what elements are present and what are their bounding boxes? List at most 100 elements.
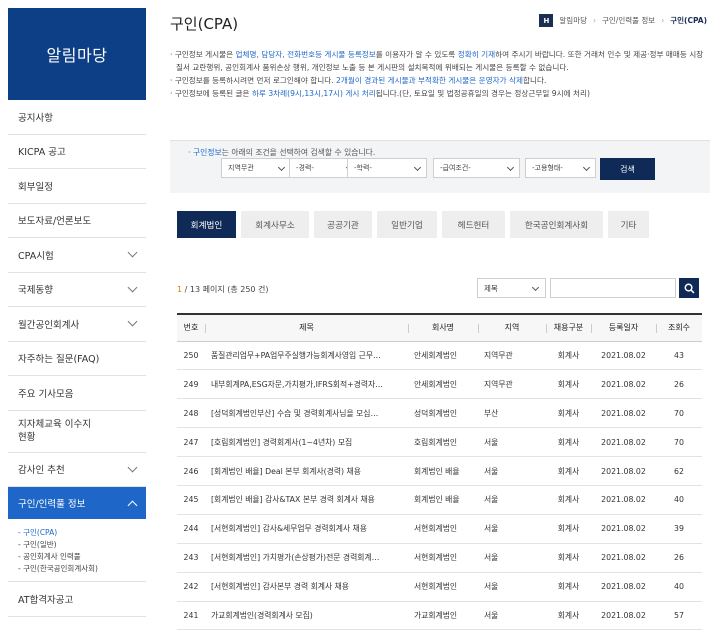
row-title-link[interactable]: [호림회계법인] 경력회계사(1~4년차) 모집 [205, 427, 408, 458]
table-cell: 2021.08.02 [591, 601, 656, 631]
table-cell: 지역무관 [478, 369, 546, 400]
tab-headhunter[interactable]: 헤드헌터 [442, 211, 505, 238]
sidebar-item[interactable]: 감사인 추천 [8, 453, 146, 487]
table-cell: 70 [656, 427, 702, 458]
search-icon-button[interactable] [679, 278, 699, 298]
row-title-link[interactable]: [회계법인 배율] Deal 본부 회계사(경력) 채용 [205, 456, 408, 486]
home-icon[interactable]: H [539, 14, 554, 27]
sidebar-item[interactable]: 보도자료/언론보도 [8, 204, 146, 238]
row-title-link[interactable]: [서현회계법인] 가치평가(손상평가)전문 경력회계… [205, 543, 408, 573]
table-cell: 회계사 [546, 485, 591, 515]
table-cell: 회계법인 배율 [408, 456, 478, 486]
row-title-link[interactable]: 내부회계PA,ESG자문,가치평가,IFRS회적+경력자… [205, 369, 408, 400]
submenu-item-cpa[interactable]: - 구인(CPA) [18, 527, 136, 539]
sidebar-item-label: KICPA 공고 [18, 147, 66, 159]
employment-type-select[interactable]: -고용형태- [525, 158, 596, 178]
table-cell: 43 [656, 341, 702, 371]
tab-general-company[interactable]: 일반기업 [377, 211, 437, 238]
chevron-right-icon: › [593, 16, 596, 25]
table-cell: 241 [177, 601, 205, 631]
table-cell: 2021.08.02 [591, 485, 656, 515]
sidebar-item-label: 자주하는 질문(FAQ) [18, 354, 100, 366]
row-title-link[interactable]: [회계법인 배율] 감사&TAX 본부 경력 회계사 채용 [205, 485, 408, 515]
table-cell: 회계사 [546, 369, 591, 400]
submenu-item-general[interactable]: - 구인(일반) [18, 539, 136, 551]
table-cell: 지역무관 [478, 341, 546, 371]
table-cell: 회계법인 배율 [408, 485, 478, 515]
notice-text: · 구인정보 게시물은 업체명, 담당자, 전화번호등 게시물 등록정보를 이용… [170, 48, 710, 100]
breadcrumb-item[interactable]: 구인/인력풀 정보 [602, 15, 655, 26]
column-header: 회사명 [408, 314, 478, 342]
submenu-item-kicpa[interactable]: - 구인(한국공인회계사회) [18, 563, 136, 575]
sidebar-item[interactable]: 자주하는 질문(FAQ) [8, 342, 146, 376]
table-row[interactable]: 250 품질관리업무+PA업무주실행가능회계사영입 근무… 안세회계법인 지역무관 회계… [177, 341, 702, 371]
tab-kicpa[interactable]: 한국공인회계사회 [510, 211, 603, 238]
table-row[interactable]: 243 [서현회계법인] 가치평가(손상평가)전문 경력회계… 서현회계법인 서울 회계… [177, 543, 702, 573]
row-title-link[interactable]: [서현회계법인] 감사&세무업무 경력회계사 채용 [205, 514, 408, 544]
table-cell: 서울 [478, 485, 546, 515]
row-title-link[interactable]: [성덕회계법인부산] 수습 및 경력회계사님을 모십… [205, 398, 408, 429]
table-cell: 242 [177, 572, 205, 602]
sidebar-item-label: 월간공인회계사 [18, 319, 80, 331]
region-select[interactable]: 지역무관 [221, 158, 291, 178]
page-count: 1 / 13 페이지 (총 250 건) [177, 285, 269, 294]
table-cell: 26 [656, 369, 702, 400]
column-header: 채용구분 [546, 314, 591, 342]
sidebar-item[interactable]: KICPA 공고 [8, 135, 146, 169]
tab-etc[interactable]: 기타 [608, 211, 649, 238]
notice-line: · 구인정보에 등록된 글은 하루 3차례(9시,13시,17시) 게시 처리됩… [170, 89, 590, 98]
table-cell: 247 [177, 427, 205, 458]
breadcrumb-item[interactable]: 알림마당 [559, 15, 587, 26]
sidebar-item[interactable]: 지자체교육 이수지현황 [8, 411, 146, 453]
sidebar-item[interactable]: CPA시험 [8, 238, 146, 273]
tab-accounting-firm[interactable]: 회계법인 [177, 211, 236, 238]
table-cell: 2021.08.02 [591, 341, 656, 371]
search-field-select[interactable]: 제목 [477, 278, 546, 298]
table-cell: 서울 [478, 456, 546, 486]
table-row[interactable]: 242 [서현회계법인] 감사본부 경력 회계사 채용 서현회계법인 서울 회계사 202… [177, 572, 702, 602]
table-row[interactable]: 247 [호림회계법인] 경력회계사(1~4년차) 모집 호림회계법인 서울 회계사 20… [177, 427, 702, 458]
table-cell: 244 [177, 514, 205, 544]
sidebar-item[interactable]: 회부일정 [8, 169, 146, 204]
column-header: 조회수 [656, 314, 702, 342]
row-title-link[interactable]: 품질관리업무+PA업무주실행가능회계사영입 근무… [205, 341, 408, 371]
sidebar-item[interactable]: 국제동향 [8, 273, 146, 307]
table-cell: 250 [177, 341, 205, 371]
table-cell: 40 [656, 572, 702, 602]
job-table: 번호 제목 회사명 지역 채용구분 등록일자 조회수 250 품질관리업무+PA업… [177, 313, 702, 631]
column-header: 번호 [177, 314, 205, 342]
sidebar-item-label: 지자체교육 이수지현황 [18, 419, 91, 443]
chevron-down-icon [127, 462, 138, 473]
sidebar-item-label: AT합격자공고 [18, 594, 74, 606]
table-cell: 2021.08.02 [591, 456, 656, 486]
table-row[interactable]: 245 [회계법인 배율] 감사&TAX 본부 경력 회계사 채용 회계법인 배율 서… [177, 485, 702, 515]
sidebar-item[interactable]: 주요 기사모음 [8, 376, 146, 411]
breadcrumb: H 알림마당 › 구인/인력풀 정보 › 구인(CPA) [539, 14, 707, 27]
education-select[interactable]: -학력- [347, 158, 427, 178]
row-title-link[interactable]: 가교회계법인(경력회계사 모집) [205, 601, 408, 631]
sidebar-item[interactable]: 월간공인회계사 [8, 307, 146, 342]
table-cell: 가교회계법인 [408, 601, 478, 631]
sidebar-item-job-info[interactable]: 구인/인력풀 정보 [8, 487, 146, 519]
chevron-right-icon: › [661, 16, 665, 25]
sidebar-item[interactable]: 공지사항 [8, 100, 146, 135]
tab-public-agency[interactable]: 공공기관 [314, 211, 372, 238]
table-cell: 245 [177, 485, 205, 515]
column-header: 등록일자 [591, 314, 656, 342]
sidebar-item-at-pass[interactable]: AT합격자공고 [8, 582, 146, 617]
salary-select[interactable]: -급여조건- [433, 158, 520, 178]
table-cell: 243 [177, 543, 205, 573]
submenu-item-pool[interactable]: - 공인회계사 인력풀 [18, 551, 136, 563]
sidebar-title: 알림마당 [8, 8, 146, 100]
table-row[interactable]: 249 내부회계PA,ESG자문,가치평가,IFRS회적+경력자… 안세회계법인 지역… [177, 369, 702, 400]
sidebar-item-label: 공지사항 [18, 112, 53, 124]
search-button[interactable]: 검색 [600, 158, 655, 180]
search-input[interactable] [550, 278, 676, 298]
table-cell: 26 [656, 543, 702, 573]
table-row[interactable]: 241 가교회계법인(경력회계사 모집) 가교회계법인 서울 회계사 2021.08.02… [177, 601, 702, 631]
table-row[interactable]: 248 [성덕회계법인부산] 수습 및 경력회계사님을 모십… 성덕회계법인 부산 회계… [177, 398, 702, 429]
tab-accounting-office[interactable]: 회계사무소 [241, 211, 309, 238]
table-row[interactable]: 246 [회계법인 배율] Deal 본부 회계사(경력) 채용 회계법인 배율 서울… [177, 456, 702, 486]
table-row[interactable]: 244 [서현회계법인] 감사&세무업무 경력회계사 채용 서현회계법인 서울 회계사 2… [177, 514, 702, 544]
row-title-link[interactable]: [서현회계법인] 감사본부 경력 회계사 채용 [205, 572, 408, 602]
